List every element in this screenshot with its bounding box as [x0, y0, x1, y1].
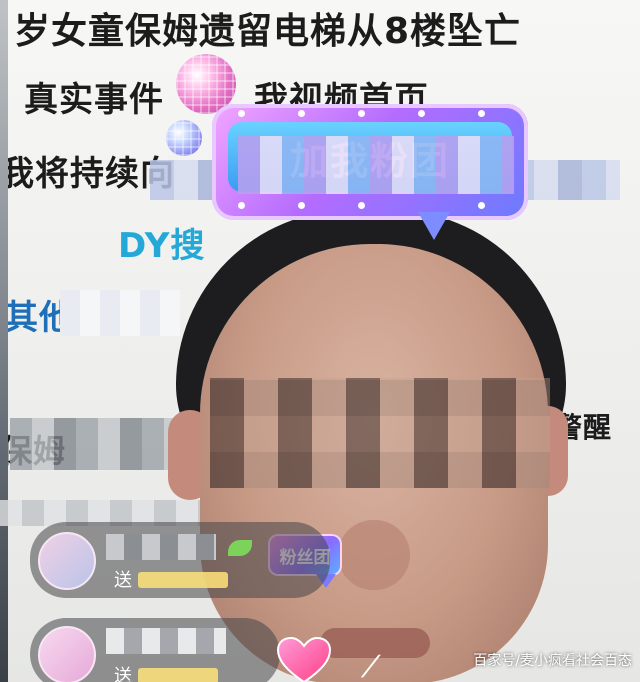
- left-edge-strip: [0, 0, 8, 682]
- avatar[interactable]: [38, 626, 96, 682]
- leaf-icon: [228, 540, 252, 556]
- avatar[interactable]: [38, 532, 96, 590]
- username-mosaic: [106, 628, 226, 654]
- disco-ball-icon: [166, 120, 202, 156]
- badge-mosaic: [238, 136, 514, 194]
- join-fan-badge-tail: [418, 212, 450, 240]
- mosaic-patch: [10, 418, 190, 470]
- watermark: 百家号/麦小疯看社会百态: [473, 653, 632, 669]
- gift-send-label: 送: [114, 666, 132, 682]
- face-mosaic-eyes: [210, 378, 550, 488]
- username-mosaic: [106, 534, 216, 560]
- heart-icon: [276, 636, 332, 682]
- like-heart-button[interactable]: [274, 636, 334, 682]
- gift-name-mosaic: [138, 668, 218, 682]
- livestream-screenshot: 岁女童保姆遗留电梯从8楼坠亡 真实事件我视频首页 我将持续向 DY搜 其他 保姆…: [0, 0, 640, 682]
- banner-text-line-4: DY搜: [118, 226, 206, 266]
- gift-message-row: 送: [30, 618, 280, 682]
- banner-text-line-2-start: 真实事件: [24, 80, 164, 120]
- person-nose: [338, 520, 410, 590]
- gift-message-row: 送: [30, 522, 330, 598]
- banner-text-line-1: 岁女童保姆遗留电梯从8楼坠亡: [14, 11, 522, 52]
- gift-send-label: 送: [114, 570, 132, 591]
- gift-name-mosaic: [138, 572, 228, 588]
- mosaic-patch: [60, 290, 180, 336]
- banner-text-line-3: 我将持续向: [0, 154, 175, 194]
